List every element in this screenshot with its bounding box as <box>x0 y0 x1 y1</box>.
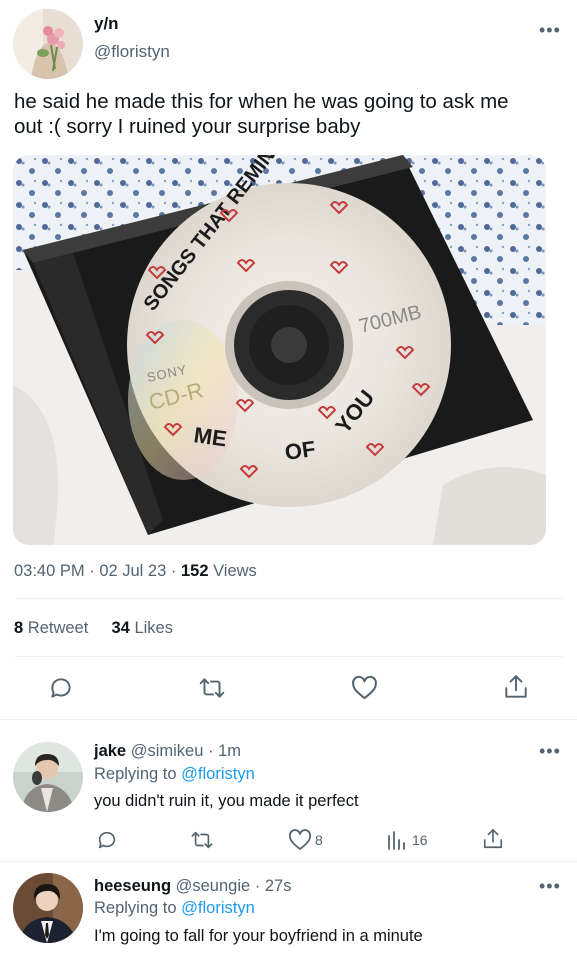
replying-prefix: Replying to <box>94 899 177 917</box>
engagement-stats: 8 Retweet 34 Likes <box>14 619 173 638</box>
author-handle[interactable]: @floristyn <box>94 42 170 62</box>
reply-like-action[interactable]: 8 <box>288 829 323 851</box>
views-count: 152 <box>180 562 209 580</box>
divider <box>0 719 577 720</box>
reply-author-handle[interactable]: @simikeu <box>131 742 204 760</box>
replying-to-link[interactable]: @floristyn <box>181 899 255 917</box>
replying-to-link[interactable]: @floristyn <box>181 765 255 783</box>
more-dots-icon[interactable]: ••• <box>539 877 561 895</box>
reply-text: I'm going to fall for your boyfriend in … <box>94 927 423 945</box>
separator-dot: · <box>89 562 100 580</box>
cd-text-of: OF <box>283 436 317 465</box>
cd-text-me: ME <box>192 422 228 451</box>
reply-author-handle[interactable]: @seungie <box>176 877 251 895</box>
more-dots-icon[interactable]: ••• <box>539 21 561 39</box>
replying-to: Replying to @floristyn <box>94 765 255 784</box>
reply-views-count: 16 <box>412 832 428 848</box>
separator-dot: · <box>208 742 214 760</box>
tweet-time: 03:40 PM <box>14 562 85 580</box>
tweet-text-line-2: out :( sorry I ruined your surprise baby <box>14 115 361 138</box>
reply-avatar[interactable] <box>13 873 83 943</box>
views-chart-icon[interactable] <box>386 829 408 851</box>
reply-text: you didn't ruin it, you made it perfect <box>94 792 359 810</box>
heart-icon[interactable] <box>351 675 378 701</box>
reply-like-count: 8 <box>315 832 323 848</box>
tweet-image[interactable]: SONGS THAT REMIND SONY CD-R 700MB ME OF … <box>13 155 546 545</box>
divider <box>0 861 577 862</box>
author-avatar[interactable] <box>13 9 83 79</box>
author-name[interactable]: y/n <box>94 14 119 34</box>
retweet-icon[interactable] <box>190 829 214 851</box>
tweet-date: 02 Jul 23 <box>99 562 167 580</box>
reply-author-name[interactable]: jake <box>94 742 126 760</box>
replying-prefix: Replying to <box>94 765 177 783</box>
more-dots-icon[interactable]: ••• <box>539 742 561 760</box>
share-icon[interactable] <box>503 673 529 701</box>
reply-icon[interactable] <box>96 829 118 851</box>
reply-header: heeseung @seungie · 27s <box>94 877 291 896</box>
replying-to: Replying to @floristyn <box>94 899 255 918</box>
reply-icon[interactable] <box>48 675 74 701</box>
likes-stat[interactable]: 34 Likes <box>112 619 173 637</box>
separator-dot: · <box>170 562 181 580</box>
tweet-timestamp[interactable]: 03:40 PM · 02 Jul 23 · 152 Views <box>14 562 257 581</box>
views-label: Views <box>213 562 257 580</box>
divider <box>14 656 563 657</box>
retweets-stat[interactable]: 8 Retweet <box>14 619 93 637</box>
reply-time[interactable]: 1m <box>218 742 241 760</box>
reply-avatar[interactable] <box>13 742 83 812</box>
share-icon[interactable] <box>482 827 504 851</box>
retweet-icon[interactable] <box>198 675 226 701</box>
retweets-label: Retweet <box>27 619 89 637</box>
reply-author-name[interactable]: heeseung <box>94 877 171 895</box>
tweet-text-line-1: he said he made this for when he was goi… <box>14 90 509 113</box>
likes-label: Likes <box>134 619 173 637</box>
heart-icon[interactable] <box>288 829 312 851</box>
reply-time[interactable]: 27s <box>265 877 292 895</box>
reply-views-action[interactable]: 16 <box>386 829 428 851</box>
separator-dot: · <box>254 877 261 895</box>
likes-count: 34 <box>111 619 130 637</box>
divider <box>14 598 563 599</box>
reply-header: jake @simikeu · 1m <box>94 742 241 761</box>
retweets-count: 8 <box>14 619 24 637</box>
